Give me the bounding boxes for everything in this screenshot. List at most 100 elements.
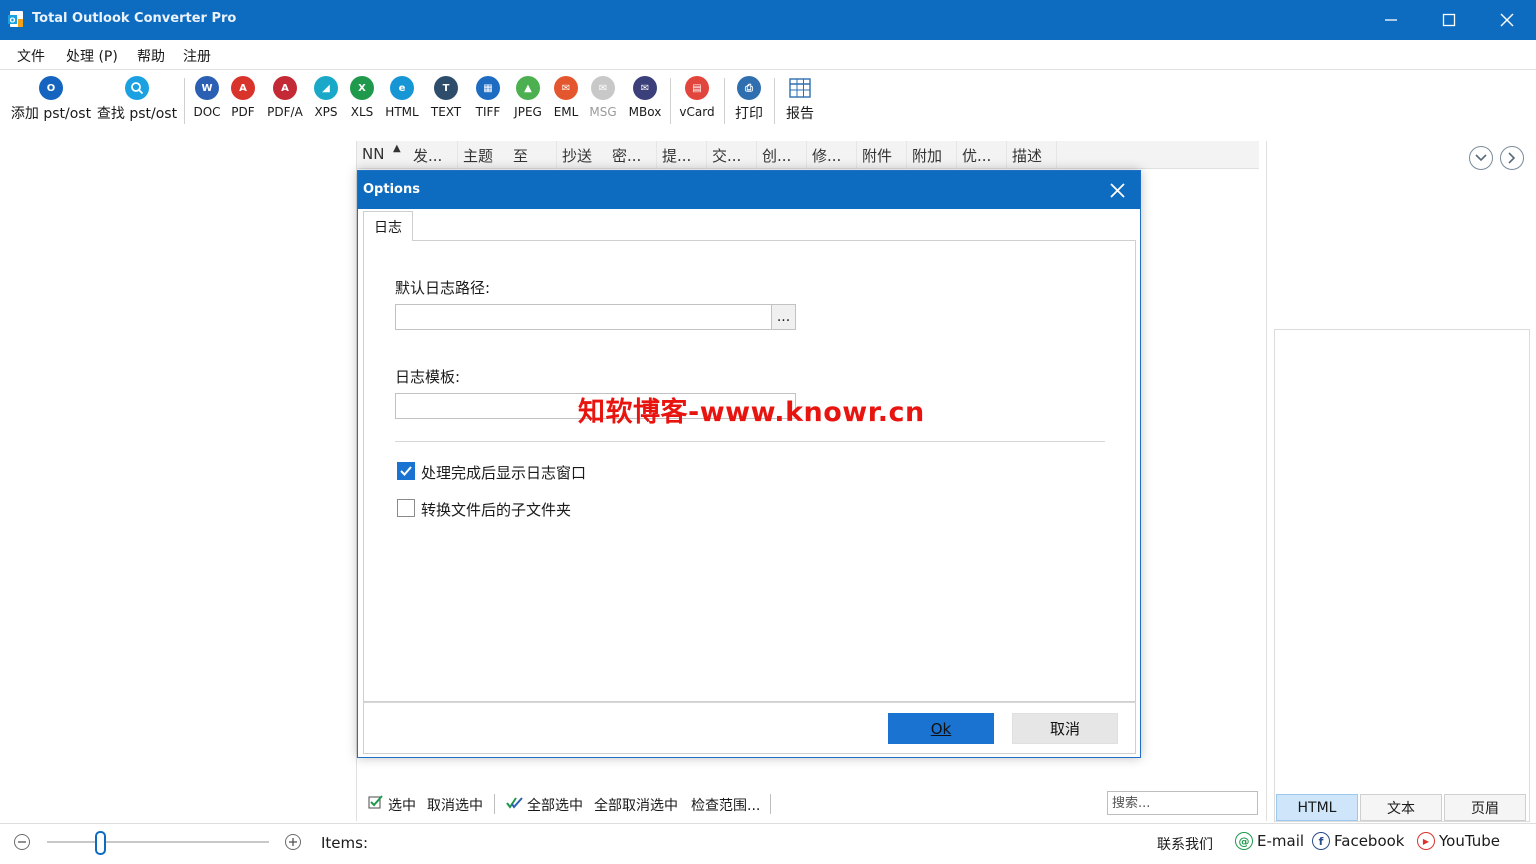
menu-file[interactable]: 文件 bbox=[17, 46, 45, 66]
contact-us-link[interactable]: 联系我们 bbox=[1157, 834, 1213, 854]
toolbar-separator bbox=[774, 78, 775, 124]
dialog-title-bar: Options bbox=[358, 171, 1140, 209]
column-subject[interactable]: 主题 bbox=[463, 145, 493, 166]
eml-button[interactable]: ✉ EML bbox=[550, 76, 582, 128]
column-extra[interactable]: 附加 bbox=[912, 145, 942, 166]
minimize-icon bbox=[1385, 19, 1397, 21]
msg-button[interactable]: ✉ MSG bbox=[587, 76, 619, 128]
text-button[interactable]: T TEXT bbox=[428, 76, 464, 128]
column-from[interactable]: 发... bbox=[413, 145, 442, 166]
column-divider bbox=[556, 141, 557, 169]
deselect-all-button[interactable]: 全部取消选中 bbox=[594, 795, 678, 815]
dialog-title: Options bbox=[363, 182, 420, 197]
html-label: HTML bbox=[385, 105, 419, 119]
pdf-button[interactable]: A PDF bbox=[227, 76, 259, 128]
vcard-button[interactable]: ▤ vCard bbox=[677, 76, 717, 128]
select-button[interactable]: 选中 bbox=[388, 795, 416, 815]
cancel-button[interactable]: 取消 bbox=[1012, 713, 1118, 744]
close-icon bbox=[1500, 13, 1514, 27]
menu-process[interactable]: 处理 (P) bbox=[66, 46, 118, 66]
report-button[interactable]: 报告 bbox=[783, 76, 817, 128]
tab-log[interactable]: 日志 bbox=[363, 211, 413, 241]
word-icon: W bbox=[195, 76, 219, 100]
pdfa-icon: A bbox=[273, 76, 297, 100]
double-check-icon bbox=[506, 797, 523, 809]
subfolder-checkbox[interactable] bbox=[397, 499, 415, 517]
close-window-button[interactable] bbox=[1478, 0, 1536, 40]
column-bcc[interactable]: 密... bbox=[612, 145, 641, 166]
html-button[interactable]: e HTML bbox=[383, 76, 421, 128]
column-divider bbox=[457, 141, 458, 169]
eml-icon: ✉ bbox=[554, 76, 578, 100]
deselect-button[interactable]: 取消选中 bbox=[427, 795, 483, 815]
zoom-slider-track[interactable] bbox=[47, 841, 269, 843]
maximize-button[interactable] bbox=[1420, 0, 1478, 40]
menu-register[interactable]: 注册 bbox=[183, 46, 211, 66]
column-delivered[interactable]: 交... bbox=[712, 145, 741, 166]
grid-right-border bbox=[1266, 141, 1267, 821]
column-attachments[interactable]: 附件 bbox=[862, 145, 892, 166]
column-divider bbox=[756, 141, 757, 169]
zoom-in-button[interactable] bbox=[285, 834, 301, 850]
report-label: 报告 bbox=[786, 106, 814, 122]
jpeg-button[interactable]: ▲ JPEG bbox=[510, 76, 546, 128]
collapse-panel-button[interactable] bbox=[1469, 146, 1493, 170]
xls-label: XLS bbox=[350, 105, 374, 119]
select-all-button[interactable]: 全部选中 bbox=[527, 795, 583, 815]
email-link[interactable]: @ E-mail bbox=[1235, 832, 1304, 850]
image-icon: ▲ bbox=[516, 76, 540, 100]
subfolder-label[interactable]: 转换文件后的子文件夹 bbox=[421, 499, 571, 520]
youtube-icon: ▶ bbox=[1417, 832, 1435, 850]
pdfa-label: PDF/A bbox=[267, 105, 303, 119]
log-path-input[interactable] bbox=[395, 304, 796, 330]
column-cc[interactable]: 抄送 bbox=[562, 145, 592, 166]
minimize-button[interactable] bbox=[1362, 0, 1420, 40]
plus-icon bbox=[289, 838, 297, 846]
column-modified[interactable]: 修... bbox=[812, 145, 841, 166]
tab-header[interactable]: 页眉 bbox=[1444, 794, 1526, 821]
search-input[interactable] bbox=[1107, 791, 1258, 815]
column-description[interactable]: 描述 bbox=[1012, 145, 1042, 166]
svg-text:O: O bbox=[10, 17, 16, 25]
pdf-label: PDF bbox=[231, 105, 255, 119]
pdfa-button[interactable]: A PDF/A bbox=[264, 76, 306, 128]
tiff-button[interactable]: ▦ TIFF bbox=[472, 76, 504, 128]
zoom-slider-thumb[interactable] bbox=[95, 831, 106, 855]
column-divider bbox=[1056, 141, 1057, 169]
vcard-label: vCard bbox=[679, 105, 715, 119]
toolbar-separator bbox=[724, 78, 725, 124]
column-priority[interactable]: 优... bbox=[962, 145, 991, 166]
facebook-link[interactable]: f Facebook bbox=[1312, 832, 1404, 850]
show-log-checkbox[interactable] bbox=[397, 462, 415, 480]
browse-button[interactable]: ... bbox=[771, 305, 795, 329]
xls-button[interactable]: X XLS bbox=[346, 76, 378, 128]
show-log-label[interactable]: 处理完成后显示日志窗口 bbox=[421, 462, 586, 483]
next-panel-button[interactable] bbox=[1500, 146, 1524, 170]
column-divider bbox=[806, 141, 807, 169]
add-pst-button[interactable]: O 添加 pst/ost bbox=[11, 76, 91, 128]
doc-button[interactable]: W DOC bbox=[191, 76, 223, 128]
column-divider bbox=[856, 141, 857, 169]
print-label: 打印 bbox=[735, 106, 763, 122]
menu-help[interactable]: 帮助 bbox=[137, 46, 165, 66]
tab-text[interactable]: 文本 bbox=[1360, 794, 1442, 821]
ok-button[interactable]: Ok bbox=[888, 713, 994, 744]
dialog-close-button[interactable] bbox=[1106, 179, 1128, 201]
xps-icon: ◢ bbox=[314, 76, 338, 100]
print-button[interactable]: ⎙ 打印 bbox=[732, 76, 766, 128]
find-pst-button[interactable]: 查找 pst/ost bbox=[96, 76, 178, 128]
mbox-button[interactable]: ✉ MBox bbox=[626, 76, 664, 128]
zoom-out-button[interactable] bbox=[14, 834, 30, 850]
mbox-label: MBox bbox=[628, 105, 662, 119]
column-created[interactable]: 创... bbox=[762, 145, 791, 166]
xps-button[interactable]: ◢ XPS bbox=[310, 76, 342, 128]
column-to[interactable]: 至 bbox=[513, 145, 528, 166]
check-range-button[interactable]: 检查范围... bbox=[691, 795, 760, 815]
tab-html[interactable]: HTML bbox=[1276, 794, 1358, 821]
close-icon bbox=[1109, 182, 1125, 198]
column-nn[interactable]: NN bbox=[362, 145, 384, 163]
find-pst-label: 查找 pst/ost bbox=[96, 106, 178, 122]
preview-tabs: HTML 文本 页眉 bbox=[1276, 794, 1528, 821]
youtube-link[interactable]: ▶ YouTube bbox=[1417, 832, 1500, 850]
column-submitted[interactable]: 提... bbox=[662, 145, 691, 166]
